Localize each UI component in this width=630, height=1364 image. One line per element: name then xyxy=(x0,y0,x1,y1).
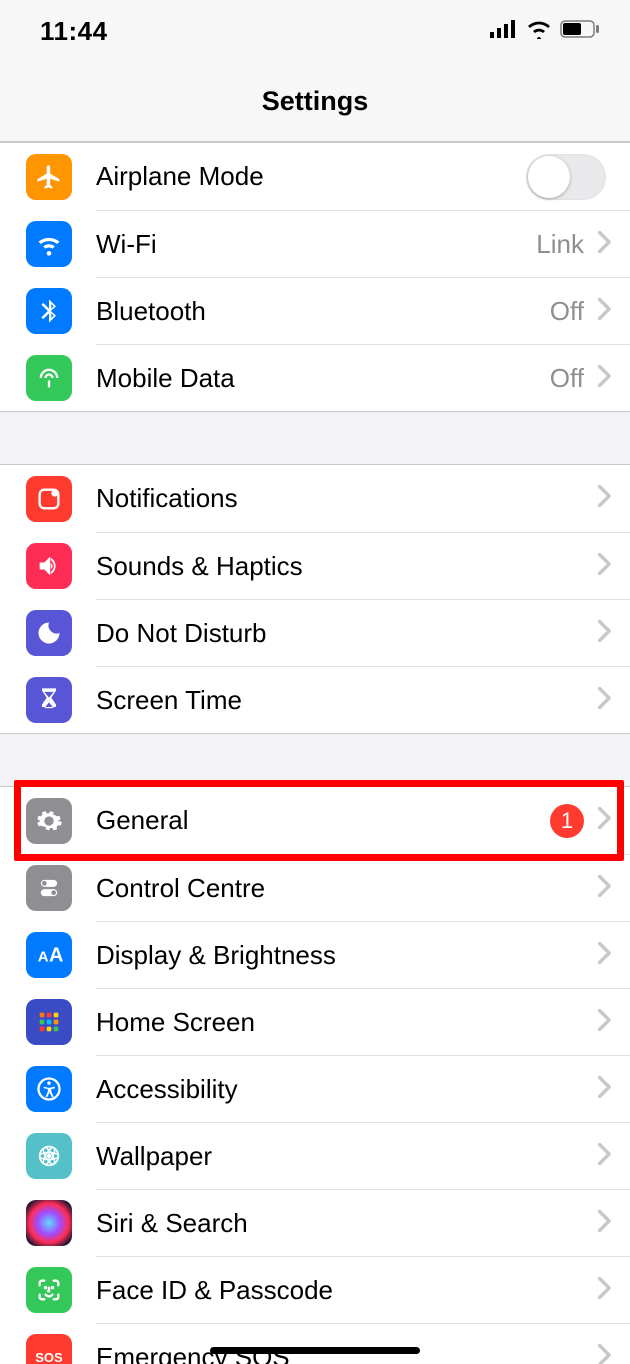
row-label: Notifications xyxy=(96,483,598,514)
face-id-icon xyxy=(26,1267,72,1313)
section-general: General 1 Control Centre AA Display & Br… xyxy=(0,786,630,1364)
airplane-toggle[interactable] xyxy=(526,154,606,200)
row-label: Sounds & Haptics xyxy=(96,551,598,582)
row-value: Link xyxy=(536,229,584,260)
mobile-data-icon xyxy=(26,355,72,401)
row-label: Bluetooth xyxy=(96,296,550,327)
row-accessibility[interactable]: Accessibility xyxy=(0,1055,630,1122)
sos-icon: SOS xyxy=(26,1334,72,1364)
row-label: Screen Time xyxy=(96,685,598,716)
row-wallpaper[interactable]: Wallpaper xyxy=(0,1122,630,1189)
row-label: Display & Brightness xyxy=(96,940,598,971)
section-notifications: Notifications Sounds & Haptics Do Not Di… xyxy=(0,464,630,734)
chevron-right-icon xyxy=(598,485,612,512)
svg-text:SOS: SOS xyxy=(35,1350,63,1364)
row-value: Off xyxy=(550,296,584,327)
display-icon: AA xyxy=(26,932,72,978)
chevron-right-icon xyxy=(598,1277,612,1304)
chevron-right-icon xyxy=(598,620,612,647)
bluetooth-icon xyxy=(26,288,72,334)
battery-icon xyxy=(560,20,600,43)
row-value: Off xyxy=(550,363,584,394)
row-label: Siri & Search xyxy=(96,1208,598,1239)
row-home-screen[interactable]: Home Screen xyxy=(0,988,630,1055)
svg-text:A: A xyxy=(49,944,63,966)
chevron-right-icon xyxy=(598,298,612,325)
chevron-right-icon xyxy=(598,942,612,969)
row-label: Wi-Fi xyxy=(96,229,536,260)
chevron-right-icon xyxy=(598,1009,612,1036)
row-control-centre[interactable]: Control Centre xyxy=(0,854,630,921)
row-mobile-data[interactable]: Mobile Data Off xyxy=(0,344,630,411)
sounds-icon xyxy=(26,543,72,589)
control-centre-icon xyxy=(26,865,72,911)
row-label: Home Screen xyxy=(96,1007,598,1038)
chevron-right-icon xyxy=(598,365,612,392)
row-label: Accessibility xyxy=(96,1074,598,1105)
row-label: Airplane Mode xyxy=(96,161,526,192)
accessibility-icon xyxy=(26,1066,72,1112)
home-indicator xyxy=(210,1347,420,1354)
row-do-not-disturb[interactable]: Do Not Disturb xyxy=(0,599,630,666)
row-notifications[interactable]: Notifications xyxy=(0,465,630,532)
row-bluetooth[interactable]: Bluetooth Off xyxy=(0,277,630,344)
svg-text:A: A xyxy=(38,948,49,965)
chevron-right-icon xyxy=(598,553,612,580)
notification-badge: 1 xyxy=(550,804,584,838)
airplane-icon xyxy=(26,154,72,200)
row-display-brightness[interactable]: AA Display & Brightness xyxy=(0,921,630,988)
chevron-right-icon xyxy=(598,231,612,258)
section-connectivity: Airplane Mode Wi-Fi Link Bluetooth Off M… xyxy=(0,142,630,412)
chevron-right-icon xyxy=(598,1210,612,1237)
row-label: Control Centre xyxy=(96,873,598,904)
chevron-right-icon xyxy=(598,1076,612,1103)
row-wifi[interactable]: Wi-Fi Link xyxy=(0,210,630,277)
status-time: 11:44 xyxy=(40,16,108,47)
page-title: Settings xyxy=(262,86,369,117)
row-label: Do Not Disturb xyxy=(96,618,598,649)
wifi-settings-icon xyxy=(26,221,72,267)
row-label: Mobile Data xyxy=(96,363,550,394)
chevron-right-icon xyxy=(598,687,612,714)
home-screen-icon xyxy=(26,999,72,1045)
row-screen-time[interactable]: Screen Time xyxy=(0,666,630,733)
settings-header: Settings xyxy=(0,62,630,142)
row-general[interactable]: General 1 xyxy=(0,787,630,854)
cellular-icon xyxy=(490,20,518,43)
chevron-right-icon xyxy=(598,875,612,902)
row-label: Face ID & Passcode xyxy=(96,1275,598,1306)
row-face-id[interactable]: Face ID & Passcode xyxy=(0,1256,630,1323)
wallpaper-icon xyxy=(26,1133,72,1179)
notifications-icon xyxy=(26,476,72,522)
row-label: General xyxy=(96,805,550,836)
siri-icon xyxy=(26,1200,72,1246)
status-icons xyxy=(490,19,600,44)
chevron-right-icon xyxy=(598,807,612,834)
status-bar: 11:44 xyxy=(0,0,630,62)
gear-icon xyxy=(26,798,72,844)
row-sounds[interactable]: Sounds & Haptics xyxy=(0,532,630,599)
row-emergency-sos[interactable]: SOS Emergency SOS xyxy=(0,1323,630,1364)
moon-icon xyxy=(26,610,72,656)
row-siri-search[interactable]: Siri & Search xyxy=(0,1189,630,1256)
chevron-right-icon xyxy=(598,1344,612,1364)
hourglass-icon xyxy=(26,677,72,723)
row-airplane-mode[interactable]: Airplane Mode xyxy=(0,143,630,210)
chevron-right-icon xyxy=(598,1143,612,1170)
row-label: Wallpaper xyxy=(96,1141,598,1172)
wifi-icon xyxy=(526,19,552,44)
